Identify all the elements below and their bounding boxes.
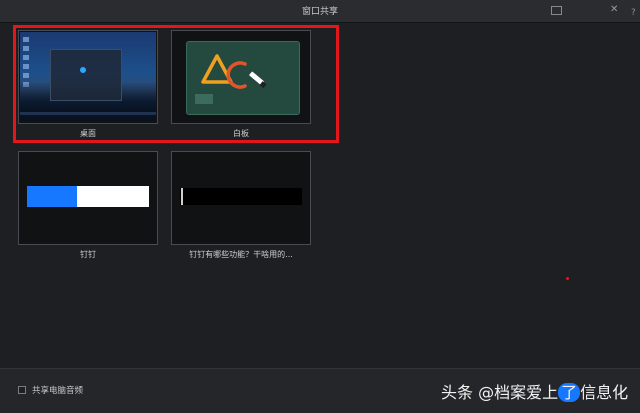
browser-preview-edge — [181, 188, 183, 205]
tile-browser-window[interactable]: 钉钉有哪些功能？干啥用的... — [171, 151, 311, 266]
watermark-prefix: 头条 @档案爱上 — [441, 383, 559, 402]
side-edge-glyph: ? — [631, 8, 636, 18]
watermark: 头条 @档案爱上了信息化 — [441, 379, 628, 403]
annotation-dot — [566, 277, 569, 280]
watermark-highlight: 了 — [558, 383, 581, 402]
window-list-area: 桌面 白板 钉钉 钉钉有哪些功能？干啥用的... — [0, 23, 640, 368]
tile-label-dingtalk: 钉钉 — [80, 250, 96, 259]
maximize-icon[interactable] — [551, 6, 562, 15]
close-icon[interactable]: ✕ — [610, 5, 618, 15]
browser-thumbnail — [171, 151, 311, 245]
watermark-suffix: 信息化 — [580, 383, 629, 402]
footer-bar: 共享电脑音频 头条 @档案爱上了信息化 — [0, 368, 640, 413]
selection-highlight — [13, 25, 339, 143]
window-title: 窗口共享 — [301, 7, 338, 17]
dingtalk-thumbnail — [18, 151, 158, 245]
tile-label-browser: 钉钉有哪些功能？干啥用的... — [189, 250, 293, 259]
share-audio-checkbox[interactable] — [18, 386, 26, 394]
title-bar: 窗口共享 ✕ — [0, 0, 640, 23]
share-audio-label[interactable]: 共享电脑音频 — [32, 384, 83, 396]
browser-preview — [180, 188, 302, 205]
tile-dingtalk[interactable]: 钉钉 — [18, 151, 158, 266]
dingtalk-preview-white — [77, 186, 149, 207]
dingtalk-preview-blue — [27, 186, 77, 207]
